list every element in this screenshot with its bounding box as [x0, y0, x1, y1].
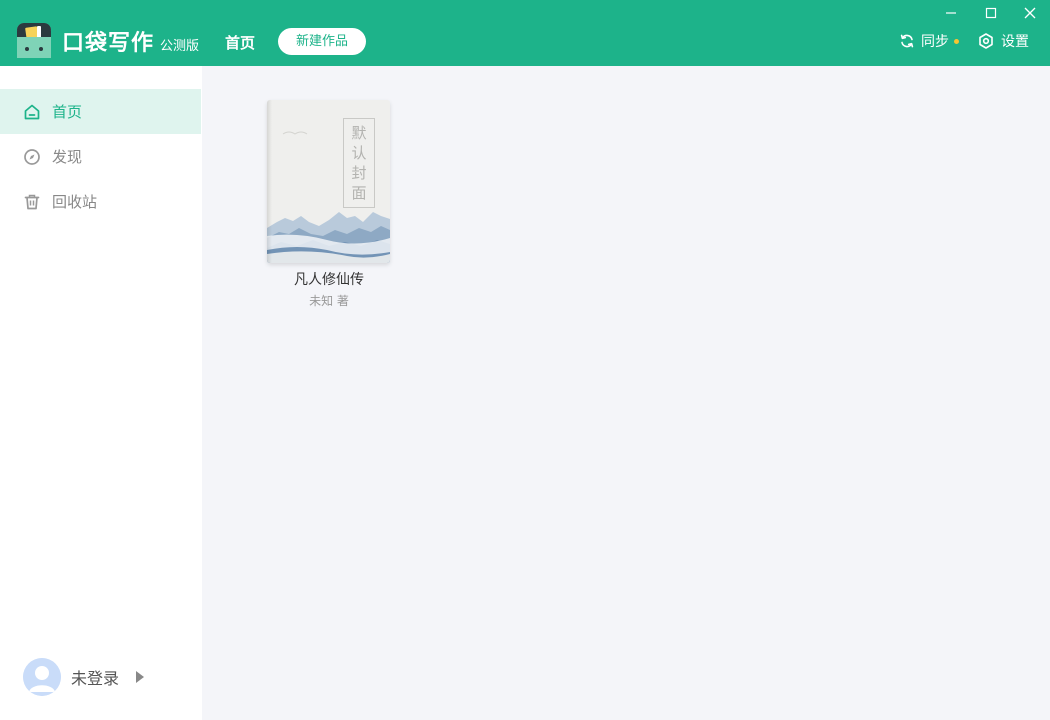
sidebar: 首页 发现 回收站 未登录 [0, 66, 202, 720]
sidebar-item-label: 首页 [52, 103, 83, 121]
user-name: 未登录 [71, 669, 120, 688]
minimize-button[interactable] [940, 3, 962, 23]
close-button[interactable] [1019, 3, 1041, 23]
settings-label: 设置 [1001, 34, 1029, 50]
cover-label-char: 认 [351, 144, 367, 162]
maximize-icon [985, 7, 997, 19]
compass-icon [24, 148, 40, 165]
app-edition-badge: 公测版 [160, 39, 200, 54]
book-author: 未知 著 [309, 294, 349, 308]
title-bar: 口袋写作 公测版 首页 新建作品 同步 设置 [0, 0, 1050, 66]
sync-label: 同步 [921, 34, 949, 50]
trash-icon [24, 194, 40, 209]
book-title: 凡人修仙传 [294, 272, 364, 288]
sync-status-dot [954, 38, 959, 44]
home-icon [24, 104, 40, 119]
new-work-button[interactable]: 新建作品 [278, 28, 366, 55]
sidebar-item-label: 发现 [52, 148, 83, 166]
app-brand: 口袋写作 [62, 30, 155, 56]
caret-right-icon [136, 671, 145, 683]
book-cover: 默 认 封 面 [267, 100, 390, 263]
settings-button[interactable]: 设置 [978, 31, 1029, 51]
cover-label: 默 认 封 面 [343, 118, 375, 208]
app-logo-icon [17, 23, 51, 58]
book-spine [267, 100, 272, 263]
maximize-button[interactable] [980, 3, 1002, 23]
sidebar-item-label: 回收站 [52, 193, 98, 211]
user-login-entry[interactable]: 未登录 [23, 658, 145, 696]
sidebar-item-trash[interactable]: 回收站 [0, 179, 201, 224]
nav-home-link[interactable]: 首页 [225, 32, 255, 53]
gear-icon [979, 33, 993, 49]
cover-label-char: 面 [351, 184, 367, 202]
book-card[interactable]: 默 认 封 面 凡人修仙传 未知 著 [267, 100, 391, 309]
cover-label-char: 默 [351, 124, 367, 142]
avatar-icon [23, 658, 61, 696]
minimize-icon [946, 12, 956, 14]
sidebar-item-discover[interactable]: 发现 [0, 134, 201, 179]
cover-label-char: 封 [351, 164, 367, 182]
sidebar-item-home[interactable]: 首页 [0, 89, 201, 134]
close-icon [1024, 7, 1036, 19]
sync-button[interactable]: 同步 [899, 31, 959, 51]
sync-icon [900, 34, 914, 48]
